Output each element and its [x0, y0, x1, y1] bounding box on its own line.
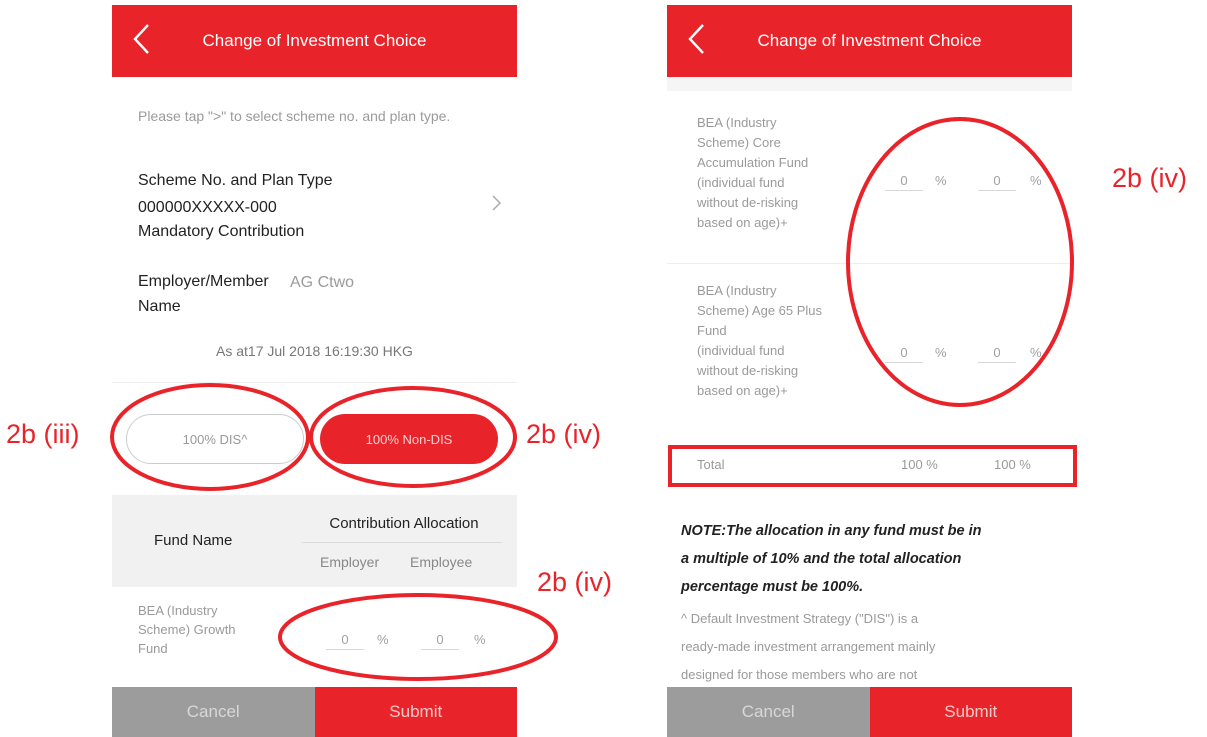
fund-name-line: Fund [138, 641, 168, 656]
header-divider [302, 542, 502, 543]
employee-allocation-input[interactable] [978, 343, 1016, 363]
fund-name-line: Fund [697, 323, 727, 338]
employee-allocation-input[interactable] [978, 171, 1016, 191]
dis-disclaimer: ^ Default Investment Strategy ("DIS") is… [681, 605, 1061, 689]
total-employer: 100 % [901, 457, 938, 472]
page-title: Change of Investment Choice [202, 31, 427, 50]
instruction-text: Please tap ">" to select scheme no. and … [138, 108, 451, 124]
employee-allocation-input[interactable] [421, 630, 459, 650]
bottom-action-bar: Cancel Submit [667, 687, 1072, 737]
scheme-number: 000000XXXXX-000 [138, 199, 277, 216]
contribution-allocation-header: Contribution Allocation [329, 515, 479, 532]
disclaimer-line: ^ Default Investment Strategy ("DIS") is… [681, 611, 919, 626]
fund-row: BEA (Industry Scheme) Age 65 Plus Fund (… [667, 263, 1072, 435]
percent-sign: % [377, 632, 389, 647]
note-line: NOTE:The allocation in any fund must be … [681, 523, 982, 539]
annotation-label: 2b (iii) [6, 419, 80, 449]
percent-sign: % [935, 345, 947, 360]
page-title: Change of Investment Choice [757, 31, 982, 50]
percent-sign: % [1030, 173, 1042, 188]
employer-label-line2: Name [138, 298, 181, 315]
employer-allocation-input[interactable] [326, 630, 364, 650]
fund-name-line: BEA (Industry [138, 603, 218, 618]
fund-name-line: based on age)+ [697, 383, 788, 398]
annotation-label: 2b (iv) [526, 419, 602, 449]
left-phone-screen: Change of Investment Choice Please tap "… [112, 5, 517, 737]
scheme-label: Scheme No. and Plan Type [138, 172, 333, 189]
annotation-label: 2b (iv) [537, 567, 613, 597]
percent-sign: % [1030, 345, 1042, 360]
fund-name-line: without de-risking [697, 363, 799, 378]
non-dis-button[interactable]: 100% Non-DIS [320, 414, 498, 464]
fund-name-line: based on age)+ [697, 215, 788, 230]
employer-value: AG Ctwo [290, 274, 355, 291]
employer-allocation-input[interactable] [885, 171, 923, 191]
fund-name-line: (individual fund [697, 343, 785, 358]
total-label: Total [697, 457, 725, 472]
divider [112, 382, 517, 383]
total-row: Total 100 % 100 % [667, 445, 1072, 485]
app-header: Change of Investment Choice [112, 5, 517, 77]
employee-column-header: Employee [410, 554, 473, 570]
submit-button[interactable]: Submit [314, 687, 517, 737]
employer-allocation-input[interactable] [885, 343, 923, 363]
percent-sign: % [935, 173, 947, 188]
fund-name-line: BEA (Industry [697, 283, 777, 298]
fund-name-line: BEA (Industry [697, 115, 777, 130]
fund-name-line: Scheme) Growth [138, 622, 236, 637]
employer-label-line1: Employer/Member [138, 273, 269, 290]
allocation-note: NOTE:The allocation in any fund must be … [681, 517, 1061, 601]
note-line: a multiple of 10% and the total allocati… [681, 551, 962, 567]
cancel-button[interactable]: Cancel [112, 687, 315, 737]
right-phone-screen: Change of Investment Choice BEA (Industr… [667, 5, 1072, 737]
fund-row: BEA (Industry Scheme) Core Accumulation … [667, 91, 1072, 264]
disclaimer-line: designed for those members who are not [681, 667, 918, 682]
submit-button[interactable]: Submit [869, 687, 1072, 737]
scheme-selector[interactable]: Scheme No. and Plan Type 000000XXXXX-000… [112, 165, 517, 251]
fund-name-line: without de-risking [697, 195, 799, 210]
percent-sign: % [474, 632, 486, 647]
fund-name-line: Accumulation Fund [697, 155, 809, 170]
chevron-right-icon [492, 195, 502, 211]
fund-row: BEA (Industry Scheme) Growth Fund % % [112, 587, 517, 687]
scroll-shadow [667, 77, 1072, 91]
cancel-button[interactable]: Cancel [667, 687, 870, 737]
fund-name-line: (individual fund [697, 175, 785, 190]
annotation-label: 2b (iv) [1112, 163, 1188, 193]
app-header: Change of Investment Choice [667, 5, 1072, 77]
fund-name-header: Fund Name [154, 532, 233, 549]
plan-type: Mandatory Contribution [138, 223, 305, 240]
dis-button[interactable]: 100% DIS^ [126, 414, 304, 464]
fund-name-line: Scheme) Age 65 Plus [697, 303, 823, 318]
fund-name-line: Scheme) Core [697, 135, 781, 150]
note-line: percentage must be 100%. [681, 579, 864, 595]
fund-table-header: Fund Name Contribution Allocation Employ… [112, 495, 517, 587]
total-employee: 100 % [994, 457, 1031, 472]
bottom-action-bar: Cancel Submit [112, 687, 517, 737]
as-at-timestamp: As at17 Jul 2018 16:19:30 HKG [216, 343, 413, 359]
employer-column-header: Employer [320, 554, 380, 570]
disclaimer-line: ready-made investment arrangement mainly [681, 639, 936, 654]
